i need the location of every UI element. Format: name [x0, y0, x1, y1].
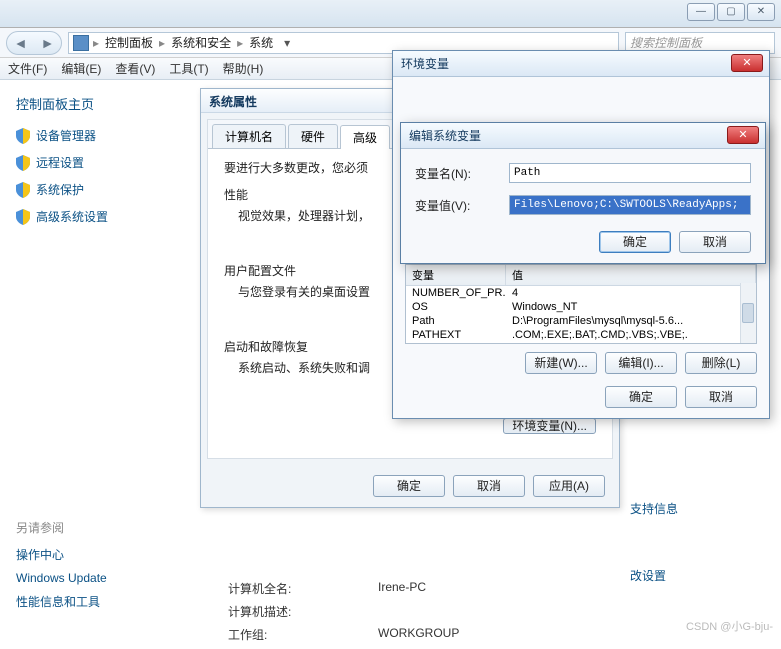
- breadcrumb-item[interactable]: 系统和安全: [169, 34, 233, 51]
- tab-advanced[interactable]: 高级: [340, 125, 390, 149]
- computer-info: 计算机全名:Irene-PC 计算机描述: 工作组:WORKGROUP: [228, 580, 768, 649]
- workgroup-value: WORKGROUP: [378, 626, 459, 643]
- menu-help[interactable]: 帮助(H): [223, 60, 264, 77]
- chevron-right-icon: ▸: [237, 36, 243, 50]
- control-panel-icon: [73, 35, 89, 51]
- var-value-label: 变量值(V):: [415, 197, 499, 214]
- scrollbar[interactable]: [740, 283, 756, 343]
- breadcrumb-item[interactable]: 系统: [247, 34, 275, 51]
- editvar-cancel-button[interactable]: 取消: [679, 231, 751, 253]
- fullname-value: Irene-PC: [378, 580, 426, 597]
- workgroup-label: 工作组:: [228, 626, 378, 643]
- menu-file[interactable]: 文件(F): [8, 60, 47, 77]
- shield-icon: [16, 128, 30, 144]
- col-value[interactable]: 值: [506, 265, 756, 285]
- var-value-input[interactable]: Files\Lenovo;C:\SWTOOLS\ReadyApps;: [509, 195, 751, 215]
- sidebar-item-advanced[interactable]: 高级系统设置: [16, 208, 184, 225]
- content-area: 系统属性 计算机名 硬件 高级 要进行大多数更改，您必须 性能 视觉效果，处理器…: [200, 80, 781, 638]
- envvars-cancel-button[interactable]: 取消: [685, 386, 757, 408]
- sidebar-item-label: 远程设置: [36, 154, 84, 171]
- menu-tools[interactable]: 工具(T): [169, 60, 208, 77]
- table-row[interactable]: PathD:\ProgramFiles\mysql\mysql-5.6...: [406, 314, 756, 328]
- breadcrumb-dropdown-icon[interactable]: ▾: [279, 36, 295, 50]
- table-row[interactable]: OSWindows_NT: [406, 300, 756, 314]
- table-row[interactable]: NUMBER_OF_PR..4: [406, 286, 756, 300]
- window-minimize-button[interactable]: —: [687, 3, 715, 21]
- table-row[interactable]: PATHEXT.COM;.EXE;.BAT;.CMD;.VBS;.VBE;.: [406, 328, 756, 342]
- var-name-input[interactable]: Path: [509, 163, 751, 183]
- sidebar-item-device-manager[interactable]: 设备管理器: [16, 127, 184, 144]
- nav-back-icon[interactable]: ◄: [7, 32, 34, 54]
- edit-var-title: 编辑系统变量: [409, 127, 481, 144]
- see-also-windows-update[interactable]: Windows Update: [16, 571, 196, 585]
- watermark: CSDN @小G-bju-: [686, 618, 773, 634]
- system-vars-table[interactable]: 变量 值 NUMBER_OF_PR..4 OSWindows_NT PathD:…: [405, 264, 757, 344]
- chevron-right-icon: ▸: [93, 36, 99, 50]
- see-also-title: 另请参阅: [16, 519, 196, 536]
- shield-icon: [16, 155, 30, 171]
- sidebar-item-label: 系统保护: [36, 181, 84, 198]
- close-icon[interactable]: ✕: [731, 54, 763, 72]
- env-vars-button[interactable]: 环境变量(N)...: [503, 418, 596, 434]
- sidebar-item-protection[interactable]: 系统保护: [16, 181, 184, 198]
- sidebar-item-label: 高级系统设置: [36, 208, 108, 225]
- sidebar-title[interactable]: 控制面板主页: [16, 94, 184, 113]
- sysprops-ok-button[interactable]: 确定: [373, 475, 445, 497]
- fullname-label: 计算机全名:: [228, 580, 378, 597]
- sidebar-item-remote[interactable]: 远程设置: [16, 154, 184, 171]
- menu-view[interactable]: 查看(V): [115, 60, 155, 77]
- tab-hardware[interactable]: 硬件: [288, 124, 338, 148]
- delete-var-button[interactable]: 删除(L): [685, 352, 757, 374]
- envvars-ok-button[interactable]: 确定: [605, 386, 677, 408]
- sysprops-cancel-button[interactable]: 取消: [453, 475, 525, 497]
- shield-icon: [16, 209, 30, 225]
- nav-forward-icon[interactable]: ►: [34, 32, 61, 54]
- edit-system-var-dialog: 编辑系统变量 ✕ 变量名(N): Path 变量值(V): Files\Leno…: [400, 122, 766, 264]
- env-vars-title: 环境变量: [401, 55, 449, 72]
- menu-edit[interactable]: 编辑(E): [61, 60, 101, 77]
- window-close-button[interactable]: ✕: [747, 3, 775, 21]
- breadcrumb-item[interactable]: 控制面板: [103, 34, 155, 51]
- close-icon[interactable]: ✕: [727, 126, 759, 144]
- new-var-button[interactable]: 新建(W)...: [525, 352, 597, 374]
- editvar-ok-button[interactable]: 确定: [599, 231, 671, 253]
- nav-back-forward[interactable]: ◄ ►: [6, 31, 62, 55]
- chevron-right-icon: ▸: [159, 36, 165, 50]
- var-name-label: 变量名(N):: [415, 165, 499, 182]
- shield-icon: [16, 182, 30, 198]
- see-also-performance[interactable]: 性能信息和工具: [16, 593, 196, 610]
- tab-computer-name[interactable]: 计算机名: [212, 124, 286, 148]
- sysprops-apply-button[interactable]: 应用(A): [533, 475, 605, 497]
- edit-var-button[interactable]: 编辑(I)...: [605, 352, 677, 374]
- support-info-link[interactable]: 支持信息: [630, 500, 678, 517]
- edit-var-titlebar[interactable]: 编辑系统变量 ✕: [401, 123, 765, 149]
- window-maximize-button[interactable]: ▢: [717, 3, 745, 21]
- desc-label: 计算机描述:: [228, 603, 378, 620]
- see-also-action-center[interactable]: 操作中心: [16, 546, 196, 563]
- sidebar: 控制面板主页 设备管理器 远程设置 系统保护 高级系统设置 另请参阅 操作中心 …: [0, 80, 200, 638]
- env-vars-titlebar[interactable]: 环境变量 ✕: [393, 51, 769, 77]
- col-variable[interactable]: 变量: [406, 265, 506, 285]
- sidebar-item-label: 设备管理器: [36, 127, 96, 144]
- window-titlebar: — ▢ ✕: [0, 0, 781, 28]
